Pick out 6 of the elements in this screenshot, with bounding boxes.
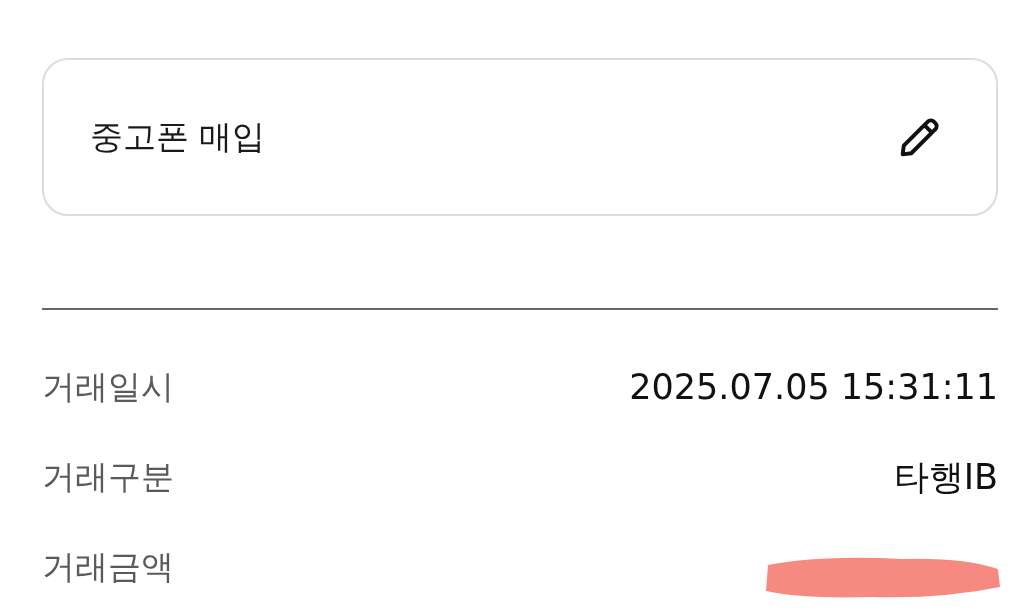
detail-label: 거래구분: [42, 455, 174, 498]
detail-label: 거래일시: [42, 365, 174, 408]
detail-value: 타행IB: [893, 455, 998, 499]
detail-value: 2025.07.05 15:31:11: [629, 367, 998, 407]
detail-label: 거래금액: [42, 545, 174, 588]
memo-text: 중고폰 매입: [90, 115, 266, 158]
